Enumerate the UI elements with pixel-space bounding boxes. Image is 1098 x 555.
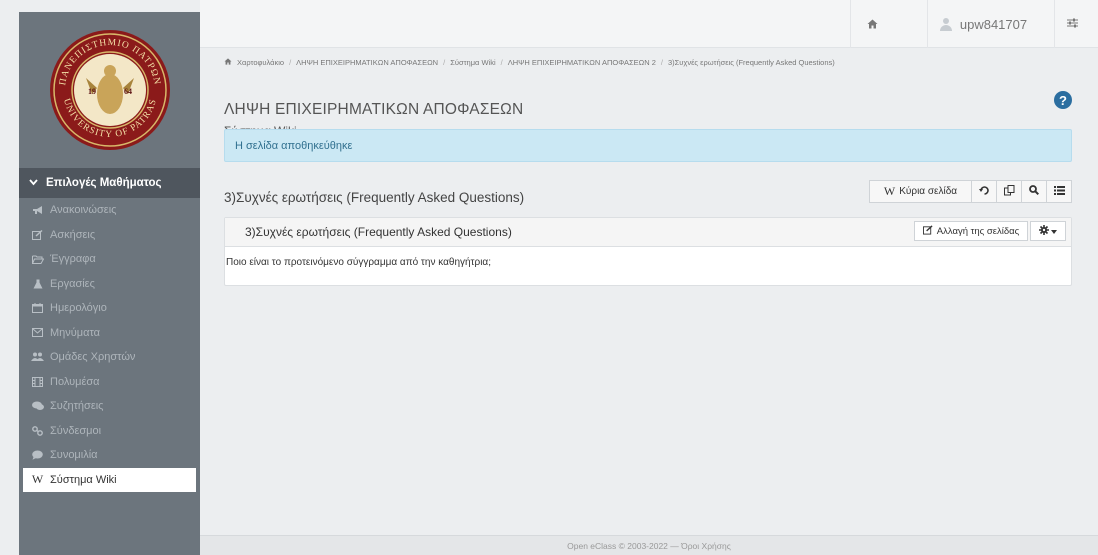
folder-icon [31,255,44,264]
success-alert: Η σελίδα αποθηκεύθηκε [224,129,1072,162]
breadcrumb-wiki-name[interactable]: ΛΗΨΗ ΕΠΙΧΕΙΡΗΜΑΤΙΚΩΝ ΑΠΟΦΑΣΕΩΝ 2 [508,58,656,67]
history-icon [978,185,990,199]
sidebar-item-forums[interactable]: Συζητήσεις [19,394,200,419]
wikipedia-icon: W [883,184,896,198]
sidebar-item-label: Πολυμέσα [50,375,100,388]
breadcrumb-separator: / [289,57,292,67]
megaphone-icon [31,205,44,215]
sidebar-item-label: Συζητήσεις [50,400,104,413]
breadcrumb-separator: / [500,57,503,67]
wiki-page-panel: 3)Συχνές ερωτήσεις (Frequently Asked Que… [224,217,1072,286]
user-avatar-icon [939,17,952,31]
home-icon [867,17,878,32]
sidebar-item-label: Ασκήσεις [50,228,96,241]
wikipedia-icon: W [31,472,44,487]
link-icon [31,425,44,436]
sidebar-item-label: Έγγραφα [50,253,96,266]
history-button[interactable] [971,180,997,203]
sidebar-item-label: Σύνδεσμοι [50,424,102,437]
sidebar-item-label: Μηνύματα [50,326,101,339]
user-menu[interactable]: upw841707 [927,0,1039,48]
wiki-page-title: 3)Συχνές ερωτήσεις (Frequently Asked Que… [224,190,525,205]
edit-icon [31,229,44,240]
breadcrumb-portfolio[interactable]: Χαρτοφυλάκιο [237,58,284,67]
top-navbar: upw841707 [200,0,1098,48]
sidebar-item-multimedia[interactable]: Πολυμέσα [19,370,200,395]
sidebar-item-links[interactable]: Σύνδεσμοι [19,419,200,444]
calendar-icon [31,303,44,314]
svg-text:64: 64 [124,87,132,96]
footer: Open eClass © 2003-2022 — Όροι Χρήσης [200,535,1098,555]
username: upw841707 [959,16,1028,32]
gear-icon [1039,224,1049,238]
university-logo[interactable]: ΠΑΝΕΠΙΣΤΗΜΙΟ ΠΑΤΡΩΝ UNIVERSITY OF PATRAS… [19,12,200,168]
course-options-title: Επιλογές Μαθήματος [46,177,162,189]
chevron-down-icon [29,177,38,189]
recent-changes-button[interactable] [996,180,1022,203]
home-icon [224,57,232,67]
sidebar-item-label: Ανακοινώσεις [50,204,117,217]
chat-icon [31,450,44,461]
svg-text:19: 19 [88,87,96,96]
page-options-dropdown[interactable] [1030,221,1066,241]
search-icon [1029,185,1040,198]
sidebar-item-exercises[interactable]: Ασκήσεις [19,223,200,248]
main-page-button[interactable]: W Κύρια σελίδα [869,180,972,203]
flask-icon [31,279,44,289]
breadcrumb-current-page: 3)Συχνές ερωτήσεις (Frequently Asked Que… [668,57,835,67]
course-options-header[interactable]: Επιλογές Μαθήματος [19,168,200,198]
caret-down-icon [1051,226,1057,237]
page-title: ΛΗΨΗ ΕΠΙΧΕΙΡΗΜΑΤΙΚΩΝ ΑΠΟΦΑΣΕΩΝ [224,101,524,118]
course-menu: Ανακοινώσεις Ασκήσεις Έγγραφα Εργασίες Η… [19,198,200,492]
edit-page-button[interactable]: Αλλαγή της σελίδας [914,221,1028,241]
breadcrumb-separator: / [443,57,446,67]
sidebar-item-announcements[interactable]: Ανακοινώσεις [19,198,200,223]
sliders-icon [1066,17,1078,31]
panel-title: 3)Συχνές ερωτήσεις (Frequently Asked Que… [245,225,512,239]
breadcrumb-separator: / [660,57,663,67]
sidebar-item-label: Σύστημα Wiki [50,473,117,486]
panel-header: 3)Συχνές ερωτήσεις (Frequently Asked Que… [225,218,1071,247]
breadcrumb: Χαρτοφυλάκιο / ΛΗΨΗ ΕΠΙΧΕΙΡΗΜΑΤΙΚΩΝ ΑΠΟΦ… [224,52,1072,72]
help-icon[interactable]: ? [1054,91,1072,109]
sidebar-item-documents[interactable]: Έγγραφα [19,247,200,272]
sidebar-item-label: Εργασίες [50,277,95,290]
edit-icon [922,224,933,238]
sidebar-item-label: Ημερολόγιο [50,302,107,315]
alert-text: Η σελίδα αποθηκεύθηκε [235,139,353,152]
comments-icon [31,401,44,411]
sidebar-item-label: Ομάδες Χρηστών [50,351,136,364]
sidebar-item-assignments[interactable]: Εργασίες [19,272,200,297]
sidebar-item-chat[interactable]: Συνομιλία [19,443,200,468]
settings-toggle-button[interactable] [1054,0,1089,48]
footer-text: Open eClass © 2003-2022 — Όροι Χρήσης [567,540,731,551]
breadcrumb-course[interactable]: ΛΗΨΗ ΕΠΙΧΕΙΡΗΜΑΤΙΚΩΝ ΑΠΟΦΑΣΕΩΝ [296,58,438,67]
sidebar-item-calendar[interactable]: Ημερολόγιο [19,296,200,321]
wiki-page-content: Ποιο είναι το προτεινόμενο σύγγραμμα από… [226,257,491,268]
sidebar-item-wiki[interactable]: W Σύστημα Wiki [23,467,196,492]
home-button[interactable] [850,0,894,48]
edit-page-label: Αλλαγή της σελίδας [936,225,1020,237]
users-icon [31,352,44,362]
wiki-toolbar: W Κύρια σελίδα [869,180,1072,203]
main-content: Χαρτοφυλάκιο / ΛΗΨΗ ΕΠΙΧΕΙΡΗΜΑΤΙΚΩΝ ΑΠΟΦ… [224,52,1072,286]
sidebar-item-messages[interactable]: Μηνύματα [19,321,200,346]
list-icon [1053,185,1065,198]
breadcrumb-wiki[interactable]: Σύστημα Wiki [450,58,495,67]
sidebar: ΠΑΝΕΠΙΣΤΗΜΙΟ ΠΑΤΡΩΝ UNIVERSITY OF PATRAS… [19,12,200,555]
film-icon [31,376,44,387]
envelope-icon [31,328,44,338]
main-page-label: Κύρια σελίδα [899,186,958,197]
list-pages-button[interactable] [1046,180,1072,203]
sidebar-item-user-groups[interactable]: Ομάδες Χρηστών [19,345,200,370]
search-button[interactable] [1021,180,1047,203]
copy-icon [1003,184,1015,199]
sidebar-item-label: Συνομιλία [50,449,98,462]
